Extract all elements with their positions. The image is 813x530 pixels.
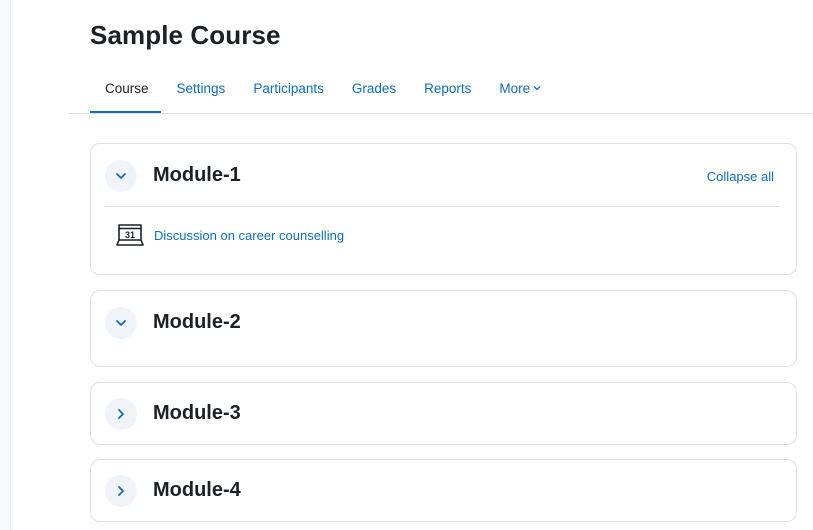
course-section-module-3: Module-3 [90,382,797,445]
course-section-module-1: Module-1 Collapse all 31 Discussion on c… [90,143,797,275]
nav-tab-course[interactable]: Course [105,81,149,96]
page-title: Sample Course [90,20,281,50]
section-title[interactable]: Module-1 [153,164,241,187]
section-title[interactable]: Module-4 [153,479,241,502]
left-drawer-rail [0,0,11,530]
course-section-module-4: Module-4 [90,459,797,522]
section-divider [105,206,781,207]
section-toggle-button[interactable] [105,307,137,339]
chevron-down-icon [115,317,127,329]
chevron-down-icon [533,83,541,93]
nav-tab-grades[interactable]: Grades [352,81,396,96]
nav-tab-reports[interactable]: Reports [424,81,471,96]
nav-tab-more-label: More [499,80,531,96]
chevron-down-icon [115,170,127,182]
section-toggle-button[interactable] [105,160,137,192]
nav-divider [69,113,813,114]
activity-link[interactable]: Discussion on career counselling [154,228,344,243]
section-toggle-button[interactable] [105,398,137,430]
collapse-all-link[interactable]: Collapse all [707,169,774,184]
nav-tab-settings[interactable]: Settings [177,81,226,96]
calendar-icon: 31 [115,223,145,247]
section-toggle-button[interactable] [105,475,137,507]
chevron-right-icon [115,485,127,497]
course-secondary-nav: Course Settings Participants Grades Repo… [90,78,569,98]
nav-tab-participants[interactable]: Participants [253,81,324,96]
course-section-module-2: Module-2 [90,290,797,367]
section-title[interactable]: Module-3 [153,402,241,425]
section-title[interactable]: Module-2 [153,311,241,334]
activity-item: 31 Discussion on career counselling [115,223,344,247]
nav-tab-more[interactable]: More [499,81,541,96]
calendar-icon-day: 31 [125,230,135,240]
chevron-right-icon [115,408,127,420]
